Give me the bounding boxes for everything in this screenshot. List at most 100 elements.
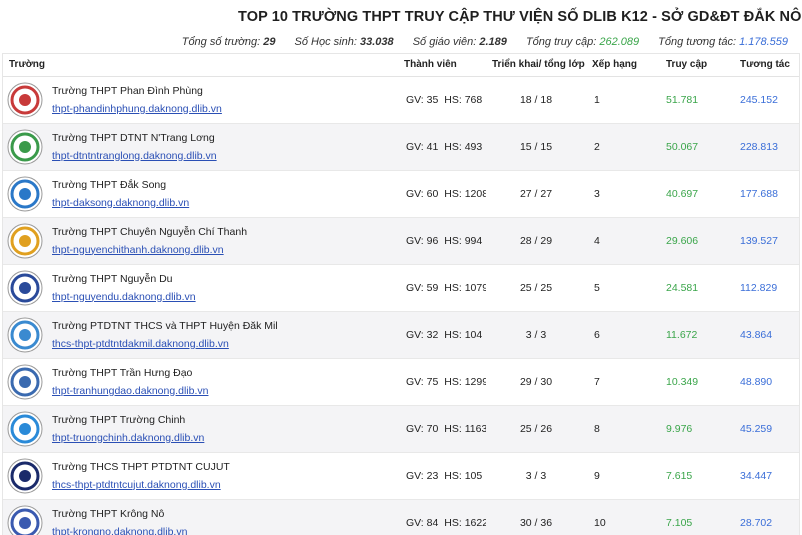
student-count: HS: 1622 [444, 516, 486, 529]
interact-cell: 43.864 [740, 328, 773, 341]
members-cell: GV: 23 HS: 105 [398, 452, 486, 499]
interact-cell: 245.152 [740, 93, 778, 106]
rank-cell: 2 [594, 140, 600, 153]
school-link[interactable]: thpt-nguyendu.daknong.dlib.vn [52, 291, 196, 303]
school-name: Trường THPT Nguyễn Du [52, 272, 173, 285]
deploy-cell: 3 / 3 [525, 328, 547, 341]
school-name: Trường THPT Phan Đình Phùng [52, 84, 203, 97]
school-link[interactable]: thpt-krongno.daknong.dlib.vn [52, 526, 187, 535]
col-header-rank: Xếp hạng [586, 54, 660, 77]
deploy-cell: 27 / 27 [519, 187, 553, 200]
col-header-interact: Tương tác [734, 54, 799, 77]
deploy-cell: 30 / 36 [519, 516, 553, 529]
school-logo-icon [7, 270, 43, 306]
school-link[interactable]: thpt-nguyenchithanh.daknong.dlib.vn [52, 244, 224, 256]
access-cell: 11.672 [666, 328, 698, 341]
school-name: Trường THPT Krông Nô [52, 507, 165, 520]
school-link[interactable]: thpt-dtntntranglong.daknong.dlib.vn [52, 150, 217, 162]
school-cell: Trường THPT Phan Đình Phùng thpt-phandin… [3, 76, 398, 123]
school-link[interactable]: thcs-thpt-ptdtntcujut.daknong.dlib.vn [52, 479, 221, 491]
rank-cell: 6 [594, 328, 600, 341]
header: TOP 10 TRƯỜNG THPT TRUY CẬP THƯ VIỆN SỐ … [0, 0, 802, 56]
student-count: HS: 105 [444, 469, 483, 482]
school-cell: Trường THPT Đắk Song thpt-daksong.daknon… [3, 170, 398, 217]
deploy-cell: 25 / 26 [519, 422, 553, 435]
rank-cell: 5 [594, 281, 600, 294]
access-cell: 50.067 [666, 140, 699, 153]
deploy-cell: 25 / 25 [519, 281, 553, 294]
school-name: Trường THCS THPT PTDTNT CUJUT [52, 460, 230, 473]
teacher-count: GV: 59 [406, 281, 439, 294]
rank-cell: 8 [594, 422, 600, 435]
school-logo-icon [7, 176, 43, 212]
access-cell: 7.105 [666, 516, 693, 529]
school-logo-icon [7, 458, 43, 494]
school-name: Trường THPT DTNT N'Trang Lơng [52, 131, 215, 144]
table-row: Trường THPT Nguyễn Du thpt-nguyendu.dakn… [3, 264, 799, 311]
deploy-cell: 18 / 18 [519, 93, 553, 106]
members-cell: GV: 35 HS: 768 [398, 76, 486, 123]
teacher-count: GV: 70 [406, 422, 439, 435]
student-count: HS: 768 [444, 93, 483, 106]
school-link[interactable]: thpt-truongchinh.daknong.dlib.vn [52, 432, 204, 444]
teacher-count: GV: 32 [406, 328, 439, 341]
members-cell: GV: 60 HS: 1208 [398, 170, 486, 217]
col-header-deploy: Triển khai/ tổng lớp [486, 54, 586, 77]
members-cell: GV: 96 HS: 994 [398, 217, 486, 264]
interact-cell: 177.688 [740, 187, 778, 200]
col-header-access: Truy cập [660, 54, 734, 77]
school-cell: Trường THPT Krông Nô thpt-krongno.daknon… [3, 499, 398, 535]
school-name: Trường THPT Đắk Song [52, 178, 167, 191]
access-cell: 40.697 [666, 187, 699, 200]
school-logo-icon [7, 317, 43, 353]
table-row: Trường THPT Chuyên Nguyễn Chí Thanh thpt… [3, 217, 799, 264]
access-cell: 7.615 [666, 469, 693, 482]
col-header-school: Trường [3, 54, 398, 77]
teacher-count: GV: 60 [406, 187, 439, 200]
school-link[interactable]: thpt-daksong.daknong.dlib.vn [52, 197, 189, 209]
teacher-count: GV: 75 [406, 375, 439, 388]
stat-schools: Tổng số trường: 29 [181, 36, 276, 48]
ranking-table-container: Trường Thành viên Triển khai/ tổng lớp X… [2, 53, 800, 535]
table-row: Trường THPT Trường Chinh thpt-truongchin… [3, 405, 799, 452]
rank-cell: 3 [594, 187, 600, 200]
table-header-row: Trường Thành viên Triển khai/ tổng lớp X… [3, 54, 799, 77]
interact-cell: 228.813 [740, 140, 778, 153]
table-row: Trường THCS THPT PTDTNT CUJUT thcs-thpt-… [3, 452, 799, 499]
table-row: Trường THPT Phan Đình Phùng thpt-phandin… [3, 76, 799, 123]
members-cell: GV: 75 HS: 1299 [398, 358, 486, 405]
student-count: HS: 493 [444, 140, 483, 153]
school-logo-icon [7, 505, 43, 535]
members-cell: GV: 59 HS: 1079 [398, 264, 486, 311]
interact-cell: 28.702 [740, 516, 773, 529]
table-row: Trường PTDTNT THCS và THPT Huyện Đăk Mil… [3, 311, 799, 358]
school-cell: Trường THPT Trần Hưng Đạo thpt-tranhungd… [3, 358, 398, 405]
rank-cell: 1 [594, 93, 600, 106]
school-logo-icon [7, 129, 43, 165]
table-row: Trường THPT Đắk Song thpt-daksong.daknon… [3, 170, 799, 217]
school-logo-icon [7, 223, 43, 259]
members-cell: GV: 84 HS: 1622 [398, 499, 486, 535]
deploy-cell: 29 / 30 [519, 375, 553, 388]
school-name: Trường THPT Trường Chinh [52, 413, 186, 426]
deploy-cell: 15 / 15 [519, 140, 553, 153]
student-count: HS: 104 [444, 328, 483, 341]
rank-cell: 10 [594, 516, 606, 529]
school-link[interactable]: thpt-phandinhphung.daknong.dlib.vn [52, 103, 222, 115]
school-cell: Trường THPT Trường Chinh thpt-truongchin… [3, 405, 398, 452]
access-cell: 24.581 [666, 281, 699, 294]
student-count: HS: 1163 [444, 422, 486, 435]
interact-cell: 112.829 [740, 281, 778, 294]
teacher-count: GV: 84 [406, 516, 439, 529]
student-count: HS: 1079 [444, 281, 486, 294]
members-cell: GV: 32 HS: 104 [398, 311, 486, 358]
student-count: HS: 1299 [444, 375, 486, 388]
access-cell: 29.606 [666, 234, 699, 247]
interact-cell: 48.890 [740, 375, 773, 388]
school-link[interactable]: thcs-thpt-ptdtntdakmil.daknong.dlib.vn [52, 338, 229, 350]
school-link[interactable]: thpt-tranhungdao.daknong.dlib.vn [52, 385, 208, 397]
members-cell: GV: 41 HS: 493 [398, 123, 486, 170]
page-title: TOP 10 TRƯỜNG THPT TRUY CẬP THƯ VIỆN SỐ … [238, 9, 802, 25]
school-name: Trường THPT Chuyên Nguyễn Chí Thanh [52, 225, 248, 238]
school-logo-icon [7, 411, 43, 447]
